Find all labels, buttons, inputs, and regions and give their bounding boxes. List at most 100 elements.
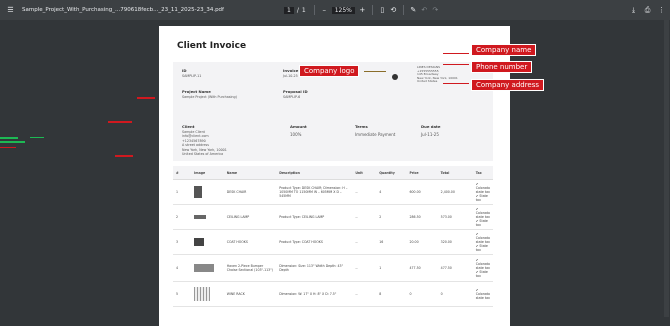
terms-label: Terms xyxy=(355,124,368,129)
menu-icon[interactable]: ☰ xyxy=(5,5,16,16)
table-header-row: # Image Name Description Unit Quantity P… xyxy=(173,166,493,180)
pdf-viewer[interactable]: Client Invoice ID SAMPLIP-11 Invoice Dat… xyxy=(0,20,670,326)
proposal-id-value: SAMPLIP-6 xyxy=(283,95,301,99)
row-image xyxy=(191,254,224,282)
col-description: Description xyxy=(276,166,353,180)
rotate-icon[interactable]: ⟲ xyxy=(388,5,399,16)
row-name: Haven 2-Piece Bumper Chaise Sectional (1… xyxy=(223,254,277,282)
terms-value: Immediate Payment xyxy=(355,132,396,137)
company-logo-image xyxy=(392,74,398,80)
invoice-title: Client Invoice xyxy=(177,41,247,51)
row-description: Dimension: Size: 113" Width Depth: 43" D… xyxy=(276,254,353,282)
row-price: 20.00 xyxy=(406,229,438,255)
row-tax: ✔ Colorado state tax ✔ State tax xyxy=(472,179,493,205)
zoom-in-icon[interactable]: + xyxy=(357,5,368,16)
divider xyxy=(402,5,404,15)
row-tax: ✔ Colorado state tax ✔ State tax xyxy=(472,204,493,230)
coat-hooks-thumbnail xyxy=(194,237,205,246)
divider xyxy=(371,5,373,15)
phone-arrow xyxy=(443,64,469,65)
page-separator: / xyxy=(296,6,299,14)
row-unit: -- xyxy=(352,229,377,255)
amount-label: Amount xyxy=(290,124,307,129)
id-label: ID xyxy=(182,68,187,73)
company-info: LINES DESIGNS +1555555555 145 Broadway N… xyxy=(417,65,458,84)
row-unit: -- xyxy=(352,254,377,282)
ceiling-lamp-thumbnail xyxy=(194,214,207,219)
row-number: 2 xyxy=(173,204,192,230)
row-quantity: 4 xyxy=(376,179,407,205)
address-arrow xyxy=(443,83,469,84)
file-name: Sample_Project_With_Purchasing_...790618… xyxy=(22,7,224,13)
print-icon[interactable]: ⎙ xyxy=(642,5,653,16)
row-name: CEILING LAMP xyxy=(223,204,277,230)
fit-page-icon[interactable]: ▯ xyxy=(377,5,388,16)
page-number-input[interactable]: 1 xyxy=(284,6,294,14)
redo-icon[interactable]: ↷ xyxy=(430,5,441,16)
due-date-value: Jul-11-25 xyxy=(421,132,439,137)
row-unit: -- xyxy=(352,204,377,230)
row-price: 600.00 xyxy=(406,179,438,205)
col-name: Name xyxy=(223,166,277,180)
row-name: DESK CHAIR xyxy=(223,179,277,205)
row-tax: ✔ Colorado state tax ✔ State tax xyxy=(472,254,493,282)
row-number: 5 xyxy=(173,281,192,307)
company-name-callout: Company name xyxy=(471,44,537,56)
col-tax: Tax xyxy=(472,166,493,180)
table-row: 1 DESK CHAIR Product Type: DESK CHAIR; D… xyxy=(173,179,493,205)
proposal-id-label: Proposal ID xyxy=(283,89,308,94)
row-unit: -- xyxy=(352,179,377,205)
row-price: 286.50 xyxy=(406,204,438,230)
row-description: Dimension: W: 17" X H: 8" X D: 7.5" xyxy=(276,281,353,307)
row-description: Product Type: DESK CHAIR; Dimension: H –… xyxy=(276,179,353,205)
row-total: 0 xyxy=(437,281,473,307)
pdf-toolbar: ☰ Sample_Project_With_Purchasing_...7906… xyxy=(0,0,670,20)
wine-rack-thumbnail xyxy=(194,286,211,301)
col-unit: Unit xyxy=(352,166,377,180)
table-row: 3 COAT HOOKS Product Type: COAT HOOKS --… xyxy=(173,229,493,255)
row-quantity: 8 xyxy=(376,281,407,307)
client-country: United States of America xyxy=(182,152,224,157)
id-value: SAMPLIP-11 xyxy=(182,74,202,78)
row-image xyxy=(191,179,224,205)
invoice-date-value: Jul-10-25 xyxy=(283,74,298,78)
project-name-value: Sample Project (With Purchasing) xyxy=(182,95,237,99)
row-number: 3 xyxy=(173,229,192,255)
undo-icon[interactable]: ↶ xyxy=(419,5,430,16)
row-price: 477.50 xyxy=(406,254,438,282)
row-name: COAT HOOKS xyxy=(223,229,277,255)
row-description: Product Type: COAT HOOKS xyxy=(276,229,353,255)
row-total: 2,400.00 xyxy=(437,179,473,205)
annotate-icon[interactable]: ✎ xyxy=(408,5,419,16)
company-logo-callout: Company logo xyxy=(299,65,360,77)
company-name-arrow xyxy=(443,53,469,54)
row-total: 573.00 xyxy=(437,204,473,230)
table-row: 2 CEILING LAMP Product Type: CEILING LAM… xyxy=(173,204,493,230)
due-date-label: Due date xyxy=(421,124,441,129)
company-address-callout: Company address xyxy=(471,79,545,91)
more-options-icon[interactable]: ⋮ xyxy=(656,5,667,16)
row-name: WINE RACK xyxy=(223,281,277,307)
row-number: 1 xyxy=(173,179,192,205)
col-number: # xyxy=(173,166,192,180)
zoom-level[interactable]: 125% xyxy=(331,6,355,14)
vertical-scrollbar[interactable] xyxy=(664,20,669,317)
download-icon[interactable]: ⤓ xyxy=(628,5,639,16)
logo-arrow xyxy=(364,71,386,72)
row-total: 320.00 xyxy=(437,229,473,255)
line-items-table: # Image Name Description Unit Quantity P… xyxy=(173,166,493,307)
client-details: Sample Client info@client.com +123456789… xyxy=(182,130,227,156)
project-name-label: Project Name xyxy=(182,89,211,94)
sofa-thumbnail xyxy=(194,263,215,272)
col-quantity: Quantity xyxy=(376,166,407,180)
amount-value: 100% xyxy=(290,132,302,137)
row-total: 477.50 xyxy=(437,254,473,282)
table-row: 5 WINE RACK Dimension: W: 17" X H: 8" X … xyxy=(173,281,493,307)
col-image: Image xyxy=(191,166,224,180)
client-label: Client xyxy=(182,124,195,129)
page-total: 1 xyxy=(301,6,306,14)
row-quantity: 1 xyxy=(376,254,407,282)
col-total: Total xyxy=(437,166,473,180)
desk-chair-thumbnail xyxy=(194,185,203,198)
zoom-out-icon[interactable]: – xyxy=(319,5,330,16)
